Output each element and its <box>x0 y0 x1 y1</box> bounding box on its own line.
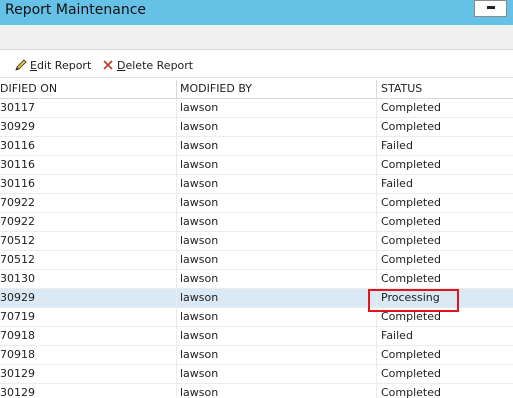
cell-status: Completed <box>381 348 441 361</box>
minimize-icon <box>487 6 495 9</box>
cell-status: Failed <box>381 177 413 190</box>
cell-modified-by: lawson <box>177 99 377 117</box>
cell-modified-on: 30929 <box>0 118 177 136</box>
cell-modified-by: lawson <box>177 270 377 288</box>
table-row[interactable]: 70512 lawson Completed <box>0 232 513 251</box>
cell-modified-by: lawson <box>177 213 377 231</box>
minimize-button[interactable] <box>474 0 507 17</box>
table-row[interactable]: 30929 lawson Completed <box>0 118 513 137</box>
cell-modified-by: lawson <box>177 384 377 398</box>
title-bar: Report Maintenance <box>0 0 513 25</box>
cell-status: Completed <box>381 253 441 266</box>
table-row[interactable]: 70512 lawson Completed <box>0 251 513 270</box>
edit-report-label: Edit Report <box>30 59 92 72</box>
cell-status: Processing <box>381 291 440 304</box>
cell-modified-on: 30929 <box>0 289 177 307</box>
table-row[interactable]: 70719 lawson Completed <box>0 308 513 327</box>
report-table-body: 30117 lawson Completed 30929 lawson Completed… <box>0 99 513 398</box>
window-title: Report Maintenance <box>5 2 147 18</box>
cell-status: Completed <box>381 101 441 114</box>
x-icon <box>103 60 113 70</box>
table-row[interactable]: 70918 lawson Completed <box>0 346 513 365</box>
table-row[interactable]: 30130 lawson Completed <box>0 270 513 289</box>
cell-modified-on: 70512 <box>0 251 177 269</box>
cell-modified-by: lawson <box>177 137 377 155</box>
delete-report-button[interactable]: Delete Report <box>101 59 221 75</box>
cell-modified-on: 70922 <box>0 194 177 212</box>
cell-status: Failed <box>381 139 413 152</box>
edit-report-button[interactable]: Edit Report <box>14 59 92 75</box>
cell-modified-by: lawson <box>177 365 377 383</box>
column-header-status[interactable]: STATUS <box>377 80 513 98</box>
cell-modified-on: 30130 <box>0 270 177 288</box>
cell-modified-on: 30117 <box>0 99 177 117</box>
cell-modified-on: 70512 <box>0 232 177 250</box>
cell-status: Completed <box>381 386 441 398</box>
cell-modified-on: 70719 <box>0 308 177 326</box>
cell-modified-on: 30116 <box>0 137 177 155</box>
delete-report-label: Delete Report <box>117 59 194 72</box>
table-row[interactable]: 30929 lawson Processing <box>0 289 513 308</box>
column-header-modified-by[interactable]: MODIFIED BY <box>177 80 377 98</box>
cell-status: Completed <box>381 272 441 285</box>
cell-modified-on: 30129 <box>0 365 177 383</box>
cell-modified-on: 30129 <box>0 384 177 398</box>
table-row[interactable]: 30129 lawson Completed <box>0 365 513 384</box>
table-row[interactable]: 30117 lawson Completed <box>0 99 513 118</box>
cell-modified-by: lawson <box>177 346 377 364</box>
cell-modified-by: lawson <box>177 194 377 212</box>
table-header: DIFIED ON MODIFIED BY STATUS <box>0 80 513 99</box>
cell-modified-by: lawson <box>177 232 377 250</box>
cell-modified-on: 30116 <box>0 156 177 174</box>
cell-status: Completed <box>381 310 441 323</box>
cell-modified-by: lawson <box>177 327 377 345</box>
cell-status: Completed <box>381 120 441 133</box>
cell-status: Failed <box>381 329 413 342</box>
cell-modified-by: lawson <box>177 308 377 326</box>
cell-status: Completed <box>381 158 441 171</box>
cell-modified-by: lawson <box>177 118 377 136</box>
table-row[interactable]: 70918 lawson Failed <box>0 327 513 346</box>
cell-status: Completed <box>381 215 441 228</box>
table-row[interactable]: 30116 lawson Failed <box>0 137 513 156</box>
table-row[interactable]: 70922 lawson Completed <box>0 194 513 213</box>
toolbar: Edit Report Delete Report <box>0 50 513 78</box>
table-row[interactable]: 30116 lawson Failed <box>0 175 513 194</box>
cell-modified-on: 70918 <box>0 327 177 345</box>
cell-modified-by: lawson <box>177 156 377 174</box>
table-row[interactable]: 30116 lawson Completed <box>0 156 513 175</box>
cell-modified-on: 70918 <box>0 346 177 364</box>
cell-modified-by: lawson <box>177 251 377 269</box>
pencil-icon <box>15 59 27 71</box>
table-row[interactable]: 30129 lawson Completed <box>0 384 513 398</box>
table-row[interactable]: 70922 lawson Completed <box>0 213 513 232</box>
column-header-modified-on[interactable]: DIFIED ON <box>0 80 177 98</box>
cell-status: Completed <box>381 367 441 380</box>
cell-status: Completed <box>381 196 441 209</box>
cell-modified-by: lawson <box>177 289 377 307</box>
cell-modified-on: 30116 <box>0 175 177 193</box>
cell-modified-by: lawson <box>177 175 377 193</box>
menu-band <box>0 25 513 50</box>
cell-modified-on: 70922 <box>0 213 177 231</box>
cell-status: Completed <box>381 234 441 247</box>
